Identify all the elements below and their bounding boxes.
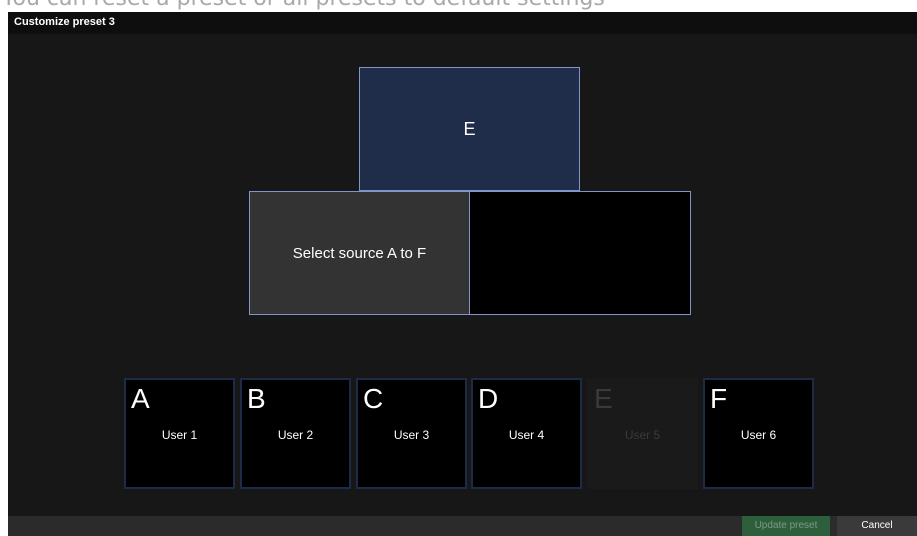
source-letter: B xyxy=(247,383,266,414)
dialog-titlebar: Customize preset 3 xyxy=(8,12,917,34)
source-e-disabled: E User 5 xyxy=(587,378,698,489)
source-a[interactable]: A User 1 xyxy=(124,378,235,489)
source-b[interactable]: B User 2 xyxy=(240,378,351,489)
source-letter: F xyxy=(710,383,728,414)
source-c[interactable]: C User 3 xyxy=(356,378,467,489)
source-letter: E xyxy=(594,383,613,414)
source-letter: C xyxy=(363,383,384,414)
source-user: User 5 xyxy=(624,428,661,442)
dialog-footer: Update preset Cancel xyxy=(8,516,917,536)
customize-preset-dialog: Customize preset 3 E Select source A to … xyxy=(8,12,917,536)
update-preset-button[interactable]: Update preset xyxy=(742,516,830,536)
source-user: User 6 xyxy=(740,428,777,442)
source-d[interactable]: D User 4 xyxy=(471,378,582,489)
slot-left-label: Select source A to F xyxy=(292,244,427,262)
layout-slot-top[interactable]: E xyxy=(359,67,580,191)
cancel-button[interactable]: Cancel xyxy=(837,516,917,536)
slot-top-label: E xyxy=(463,118,476,139)
layout-slot-left[interactable]: Select source A to F xyxy=(249,191,470,315)
dialog-title: Customize preset 3 xyxy=(14,16,115,28)
source-letter: D xyxy=(478,383,499,414)
source-user: User 4 xyxy=(508,428,545,442)
layout-slot-right[interactable] xyxy=(469,191,691,315)
source-letter: A xyxy=(131,383,150,414)
caption-text: You can reset a preset or all presets to… xyxy=(2,0,605,11)
source-f[interactable]: F User 6 xyxy=(703,378,814,489)
source-user: User 1 xyxy=(161,428,198,442)
source-user: User 2 xyxy=(277,428,314,442)
source-user: User 3 xyxy=(393,428,430,442)
